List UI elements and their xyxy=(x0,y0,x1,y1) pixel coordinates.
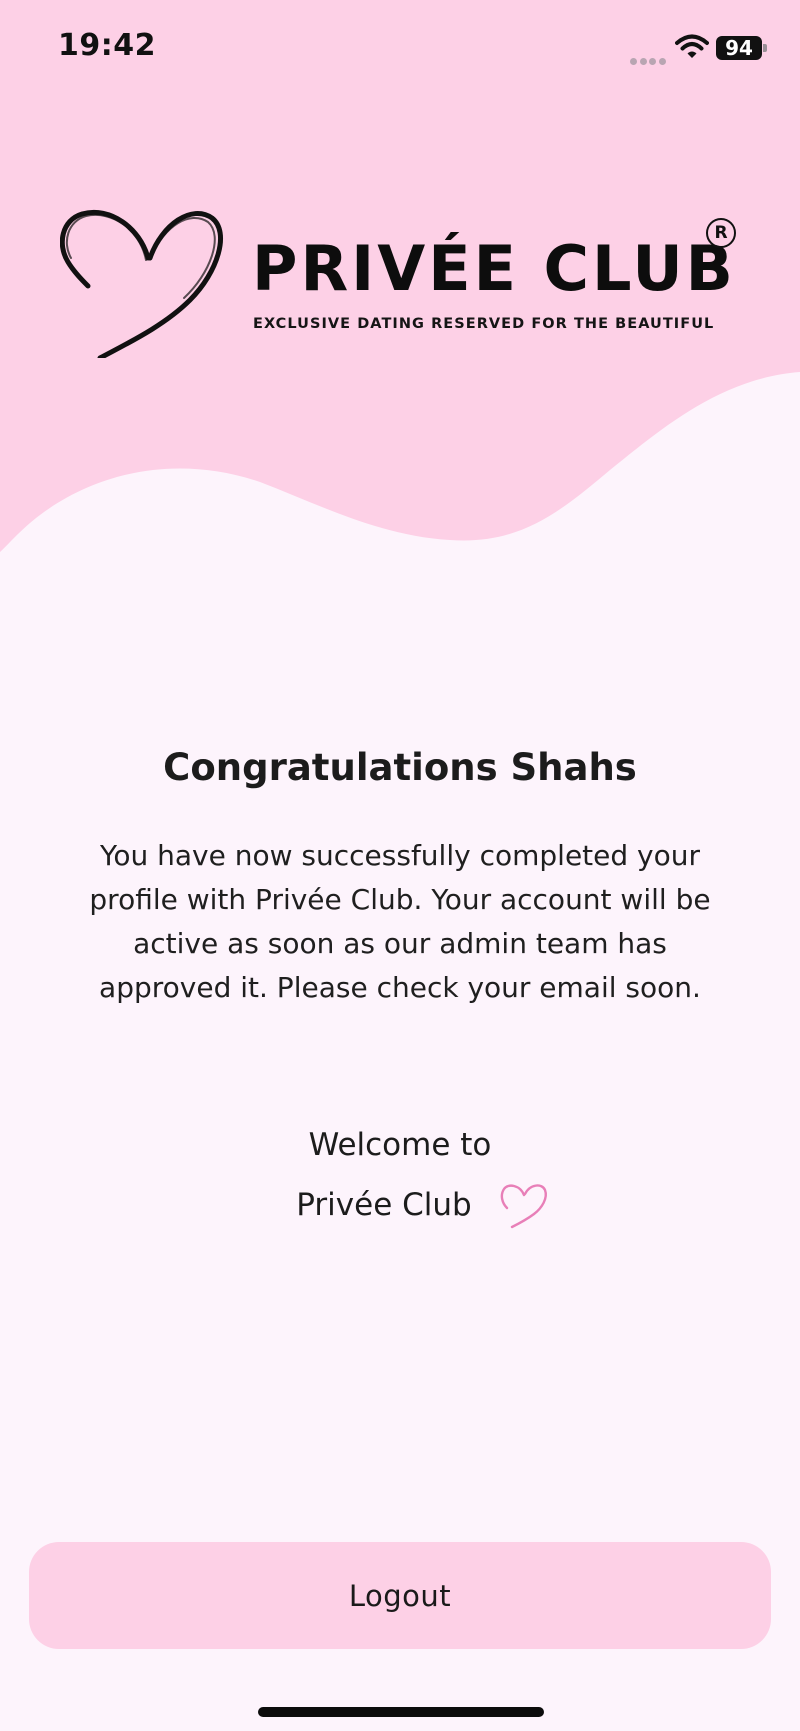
heart-logo-icon xyxy=(60,209,223,358)
status-time: 19:42 xyxy=(58,28,156,63)
content-area: Congratulations Shahs You have now succe… xyxy=(0,740,800,1010)
privee-club-logo: PRIVÉE CLUB R EXCLUSIVE DATING RESERVED … xyxy=(60,200,750,360)
wifi-icon xyxy=(675,34,709,58)
status-bar: 19:42 94 xyxy=(0,0,800,96)
welcome-block: Welcome to Privée Club xyxy=(0,1115,800,1235)
cellular-signal-icon xyxy=(630,50,668,65)
welcome-line-2-row: Privée Club xyxy=(296,1175,549,1235)
brand-tagline: EXCLUSIVE DATING RESERVED FOR THE BEAUTI… xyxy=(253,316,715,332)
battery-cap xyxy=(763,44,767,52)
home-indicator xyxy=(258,1707,544,1717)
approval-message: You have now successfully completed your… xyxy=(89,839,711,1004)
battery-icon: 94 xyxy=(716,36,762,60)
welcome-line-1: Welcome to xyxy=(308,1127,492,1163)
pink-heart-icon xyxy=(500,1184,547,1229)
welcome-brand-text: Privée Club xyxy=(296,1187,472,1223)
success-screen: 19:42 94 PRIVÉE CLUB R EXCLUSIVE DATING … xyxy=(0,0,800,1731)
brand-name: PRIVÉE CLUB xyxy=(252,232,736,305)
registered-trademark-icon: R xyxy=(706,218,736,248)
logout-button[interactable]: Logout xyxy=(29,1542,771,1649)
congratulations-title: Congratulations Shahs xyxy=(163,746,637,789)
